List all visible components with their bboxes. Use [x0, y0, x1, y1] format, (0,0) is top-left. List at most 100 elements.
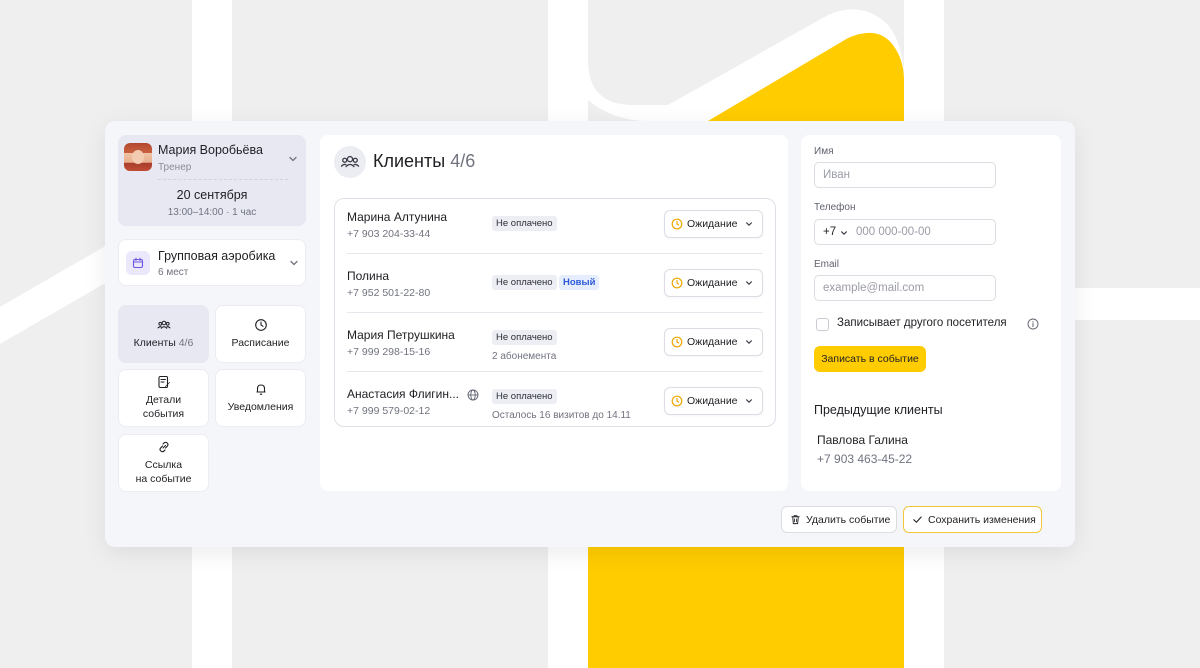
status-label: Ожидание: [687, 277, 738, 289]
phone-placeholder: 000 000-00-00: [856, 226, 931, 238]
payment-badge: Не оплачено: [492, 389, 557, 404]
info-icon[interactable]: [1027, 318, 1039, 330]
link-icon: [158, 442, 169, 453]
chevron-down-icon: [746, 222, 752, 226]
event-card: Мария Воробьёва Тренер 20 сентября 13:00…: [105, 121, 1075, 547]
new-client-badge: Новый: [559, 275, 600, 290]
client-phone: +7 999 298-15-16: [347, 346, 431, 358]
calendar-icon: [126, 251, 150, 275]
status-label: Ожидание: [687, 218, 738, 230]
tab-schedule[interactable]: Расписание: [215, 305, 306, 363]
status-dropdown[interactable]: Ожидание: [664, 328, 763, 356]
chevron-down-icon: [746, 281, 752, 285]
tab-event-link-label-1: Ссылка: [144, 459, 183, 472]
check-icon: [913, 516, 922, 523]
tab-notifications[interactable]: Уведомления: [215, 369, 306, 427]
divider: [347, 253, 763, 254]
add-to-event-button[interactable]: Записать в событие: [814, 346, 926, 372]
chevron-down-icon[interactable]: [288, 154, 298, 164]
tab-clients[interactable]: Клиенты 4/6: [118, 305, 209, 363]
divider: [158, 179, 288, 180]
users-icon: [156, 320, 171, 329]
clients-count: 4/6: [450, 151, 476, 171]
name-placeholder: Иван: [823, 169, 850, 181]
save-changes-label: Сохранить изменения: [928, 513, 1036, 526]
name-label: Имя: [814, 146, 834, 157]
event-places: 6 мест: [158, 267, 189, 278]
edit-document-icon: [157, 376, 170, 389]
chevron-down-icon: [746, 399, 752, 403]
phone-field[interactable]: +7 000 000-00-00: [814, 219, 996, 245]
previous-client-phone: +7 903 463-45-22: [817, 452, 913, 466]
previous-clients-title: Предыдущие клиенты: [814, 403, 943, 417]
email-label: Email: [814, 259, 840, 270]
tab-clients-label: Клиенты: [133, 336, 176, 349]
tab-event-link-label-2: на событие: [135, 472, 192, 485]
status-dropdown[interactable]: Ожидание: [664, 269, 763, 297]
page-title: Клиенты 4/6: [373, 151, 475, 172]
payment-badge: Не оплачено: [492, 216, 557, 231]
divider: [347, 371, 763, 372]
status-label: Ожидание: [687, 395, 738, 407]
save-changes-button[interactable]: Сохранить изменения: [903, 506, 1042, 533]
table-row[interactable]: Марина Алтунина +7 903 204-33-44 Не опла…: [347, 199, 763, 258]
status-dropdown[interactable]: Ожидание: [664, 387, 763, 415]
background-yellow-block: [588, 547, 904, 668]
email-field[interactable]: example@mail.com: [814, 275, 996, 301]
table-row[interactable]: Полина +7 952 501-22-80 Не оплачено Новы…: [347, 258, 763, 317]
tab-event-details-label-1: Детали: [145, 394, 182, 407]
chevron-down-icon[interactable]: [289, 258, 299, 268]
event-date: 20 сентября: [176, 188, 248, 202]
trainer-name: Мария Воробьёва: [158, 143, 263, 157]
client-name: Анастасия Флигин...: [347, 387, 460, 401]
add-client-panel: Имя Иван Телефон +7 000 000-00-00 Email …: [801, 135, 1061, 491]
status-dropdown[interactable]: Ожидание: [664, 210, 763, 238]
payment-badge: Не оплачено: [492, 275, 557, 290]
table-row[interactable]: Мария Петрушкина +7 999 298-15-16 Не опл…: [347, 317, 763, 376]
event-type-selector[interactable]: Групповая аэробика 6 мест: [118, 239, 306, 286]
clients-panel: Клиенты 4/6 Марина Алтунина +7 903 204-3…: [320, 135, 788, 491]
phone-country-code[interactable]: +7: [823, 220, 836, 244]
clock-icon: [671, 277, 683, 289]
clients-list: Марина Алтунина +7 903 204-33-44 Не опла…: [334, 198, 776, 427]
client-name: Полина: [347, 269, 390, 283]
clients-title-label: Клиенты: [373, 151, 446, 171]
other-visitor-checkbox[interactable]: [816, 318, 829, 331]
clock-icon: [254, 319, 267, 331]
clock-icon: [671, 395, 683, 407]
client-note: Осталось 16 визитов до 14.11: [492, 410, 631, 421]
client-name: Марина Алтунина: [347, 210, 448, 224]
client-phone: +7 952 501-22-80: [347, 287, 431, 299]
users-icon: [334, 146, 366, 178]
globe-icon: [467, 389, 479, 401]
avatar: [124, 143, 152, 171]
name-field[interactable]: Иван: [814, 162, 996, 188]
payment-badge: Не оплачено: [492, 330, 557, 345]
delete-event-button[interactable]: Удалить событие: [781, 506, 897, 533]
tab-notifications-label: Уведомления: [227, 400, 294, 413]
chevron-down-icon: [746, 340, 752, 344]
bell-icon: [256, 384, 265, 395]
tab-event-details-label-2: события: [142, 407, 185, 420]
tab-event-details[interactable]: Детали события: [118, 369, 209, 427]
client-phone: +7 903 204-33-44: [347, 228, 431, 240]
trainer-selector[interactable]: Мария Воробьёва Тренер 20 сентября 13:00…: [118, 135, 306, 226]
status-label: Ожидание: [687, 336, 738, 348]
trainer-role: Тренер: [158, 162, 192, 173]
phone-label: Телефон: [814, 202, 856, 213]
clock-icon: [671, 218, 683, 230]
clock-icon: [671, 336, 683, 348]
event-name: Групповая аэробика: [158, 249, 276, 263]
client-note: 2 абонемента: [492, 351, 557, 362]
divider: [347, 312, 763, 313]
tab-event-link[interactable]: Ссылка на событие: [118, 434, 209, 492]
email-placeholder: example@mail.com: [823, 282, 925, 294]
tab-clients-count: 4/6: [178, 336, 194, 349]
previous-client-name[interactable]: Павлова Галина: [817, 433, 908, 447]
other-visitor-label: Записывает другого посетителя: [837, 317, 1007, 329]
chevron-down-icon[interactable]: [840, 229, 848, 237]
client-phone: +7 999 579-02-12: [347, 405, 431, 417]
event-time: 13:00–14:00 · 1 час: [167, 207, 257, 218]
background-shape: [588, 0, 904, 121]
table-row[interactable]: Анастасия Флигин... +7 999 579-02-12 Не …: [347, 376, 763, 435]
